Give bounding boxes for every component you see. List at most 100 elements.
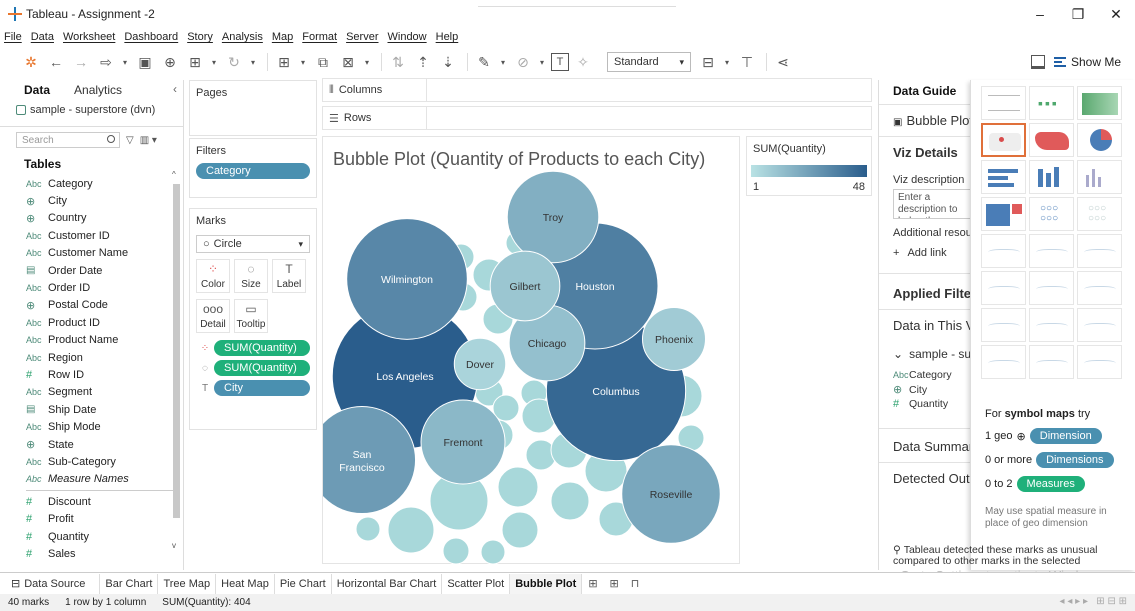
sort-ascending-icon[interactable]: ⇡ [412, 51, 434, 73]
tab-tree-map[interactable]: Tree Map [158, 573, 217, 594]
tab-bubble-plot[interactable]: Bubble Plot [510, 573, 583, 594]
field-region[interactable]: Abc Region [0, 349, 183, 366]
show-me-text-table[interactable] [981, 86, 1026, 120]
field-postal-code[interactable]: ⊕ Postal Code [0, 297, 183, 314]
tooltip-mark-button[interactable]: ▭ Tooltip [234, 299, 268, 333]
viz-canvas[interactable]: Bubble Plot (Quantity of Products to eac… [322, 136, 741, 565]
scroll-up-icon[interactable]: ^ [172, 170, 176, 179]
group-dropdown-icon[interactable]: ▾ [537, 51, 547, 73]
save-icon[interactable]: ▣ [134, 51, 156, 73]
highlight-icon[interactable]: ✎ [473, 51, 495, 73]
menu-analysis[interactable]: Analysis [222, 31, 263, 43]
field-category[interactable]: Abc Category [0, 175, 183, 192]
field-city[interactable]: ⊕ City [0, 192, 183, 209]
menu-map[interactable]: Map [272, 31, 293, 43]
menu-server[interactable]: Server [346, 31, 378, 43]
sheet-navigation-icons[interactable]: ◂ ◂ ▸ ▸ ⊞ ⊟ ⊞ [1060, 596, 1127, 607]
show-me-area-discrete[interactable] [1029, 271, 1074, 305]
scrollbar-thumb[interactable] [173, 184, 180, 518]
pages-card[interactable]: Pages [189, 80, 317, 136]
columns-shelf[interactable]: ⦀ Columns [322, 78, 872, 102]
field-quantity[interactable]: # Quantity [0, 528, 183, 545]
field-product-name[interactable]: Abc Product Name [0, 332, 183, 349]
add-link-button[interactable]: + Add link [879, 247, 970, 259]
show-me-side-by-side-circle[interactable]: ○○○ ○○○ [1077, 197, 1122, 231]
show-me-area-continuous[interactable] [981, 271, 1026, 305]
show-me-scatter-plot[interactable] [981, 308, 1026, 342]
new-worksheet-icon[interactable]: ⊞ [273, 51, 295, 73]
field-row-id[interactable]: # Row ID [0, 366, 183, 383]
duplicate-icon[interactable]: ⧉ [312, 51, 334, 73]
fix-axes-icon[interactable]: ✧ [572, 51, 594, 73]
card-icon[interactable]: ⊟ [697, 51, 719, 73]
field-profit[interactable]: # Profit [0, 510, 183, 527]
show-me-treemap[interactable] [981, 197, 1026, 231]
label-mark-button[interactable]: T Label [272, 259, 306, 293]
new-story-icon[interactable]: ⊓ [625, 577, 646, 590]
color-mark-button[interactable]: ⁘ Color [196, 259, 230, 293]
show-me-dual-line[interactable] [1077, 234, 1122, 268]
menu-format[interactable]: Format [302, 31, 337, 43]
new-worksheet-dropdown-icon[interactable]: ▾ [298, 51, 308, 73]
tab-data-source[interactable]: ⊟ Data Source [6, 573, 101, 594]
field-state[interactable]: ⊕ State [0, 436, 183, 453]
bubble-mark[interactable] [355, 516, 381, 542]
field-search-input[interactable]: Search [16, 132, 120, 148]
field-order-date[interactable]: ▤ Order Date [0, 262, 183, 279]
back-icon[interactable]: ← [45, 51, 67, 73]
show-me-gantt[interactable] [981, 345, 1026, 379]
field-segment[interactable]: Abc Segment [0, 384, 183, 401]
field-measure-names[interactable]: Abc Measure Names [0, 471, 183, 488]
collapse-pane-icon[interactable]: ‹ [173, 82, 177, 96]
field-product-id[interactable]: Abc Product ID [0, 314, 183, 331]
clear-sheet-icon[interactable]: ⊠ [337, 51, 359, 73]
menu-help[interactable]: Help [436, 31, 459, 43]
view-options-icon[interactable]: ▥ ▾ [140, 135, 157, 146]
bubble-mark[interactable] [442, 537, 470, 565]
datasource-expander[interactable]: ⌄ sample - superstore [879, 347, 970, 361]
show-me-line-continuous[interactable] [981, 234, 1026, 268]
refresh-icon[interactable]: ↻ [223, 51, 245, 73]
filter-pill-category[interactable]: Category [196, 163, 310, 179]
show-me-bullet-graph[interactable] [1029, 345, 1074, 379]
menu-dashboard[interactable]: Dashboard [124, 31, 178, 43]
swap-icon[interactable]: ⇅ [387, 51, 409, 73]
filters-card[interactable]: Filters Category [189, 138, 317, 198]
restore-button[interactable]: ❐ [1059, 0, 1097, 28]
group-icon[interactable]: ⊘ [512, 51, 534, 73]
field-latitude-generated[interactable]: ⊕Latitude (generated) [0, 563, 183, 565]
bubble-chart[interactable]: Los AngelesColumbusHoustonWilmingtonSan F… [323, 137, 741, 565]
tableau-home-icon[interactable]: ✲ [20, 51, 42, 73]
mark-pill-sum-quantity[interactable]: SUM(Quantity) [214, 360, 310, 376]
detail-mark-button[interactable]: ooo Detail [196, 299, 230, 333]
pause-dropdown-icon[interactable]: ▾ [209, 51, 219, 73]
tab-analytics[interactable]: Analytics [60, 83, 132, 97]
redo-icon[interactable]: ⇨ [95, 51, 117, 73]
tab-heat-map[interactable]: Heat Map [216, 573, 275, 594]
menu-window[interactable]: Window [388, 31, 427, 43]
menu-data[interactable]: Data [31, 31, 54, 43]
datasource-item[interactable]: sample - superstore (dvn) [0, 100, 183, 120]
tab-scatter-plot[interactable]: Scatter Plot [442, 573, 511, 594]
field-customer-name[interactable]: Abc Customer Name [0, 245, 183, 262]
field-order-id[interactable]: Abc Order ID [0, 279, 183, 296]
device-preview-icon[interactable] [1031, 55, 1045, 69]
tab-pie-chart[interactable]: Pie Chart [275, 573, 332, 594]
field-list-scrollbar[interactable]: ^ v [172, 170, 181, 550]
tab-data[interactable]: Data [0, 83, 60, 97]
mark-pill-sum-quantity[interactable]: SUM(Quantity) [214, 340, 310, 356]
bubble-mark[interactable] [550, 481, 590, 521]
mark-type-select[interactable]: ○ Circle ▾ [196, 235, 310, 253]
tab-horizontal-bar-chart[interactable]: Horizontal Bar Chart [332, 573, 443, 594]
field-sales[interactable]: # Sales [0, 545, 183, 562]
tab-bar-chart[interactable]: Bar Chart [100, 573, 159, 594]
bubble-mark[interactable] [480, 539, 506, 565]
show-labels-icon[interactable]: T [551, 53, 569, 71]
scroll-down-icon[interactable]: v [172, 541, 176, 550]
redo-dropdown-icon[interactable]: ▾ [120, 51, 130, 73]
show-me-horizontal-bar[interactable] [981, 160, 1026, 194]
pause-updates-icon[interactable]: ⊞ [184, 51, 206, 73]
color-legend[interactable]: SUM(Quantity) 1 48 [746, 136, 872, 196]
field-ship-date[interactable]: ▤ Ship Date [0, 401, 183, 418]
menu-file[interactable]: File [4, 31, 22, 43]
